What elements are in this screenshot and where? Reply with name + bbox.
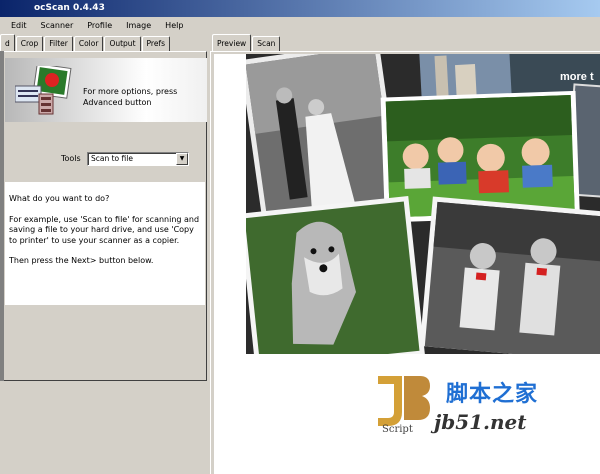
photo-collage: more t <box>246 54 600 354</box>
menu-image[interactable]: Image <box>119 17 158 34</box>
help-example: For example, use 'Scan to file' for scan… <box>9 214 200 245</box>
help-text-box: What do you want to do? For example, use… <box>5 182 205 305</box>
tab-filter[interactable]: Filter <box>44 36 73 52</box>
tab-prefs[interactable]: Prefs <box>141 36 170 52</box>
right-tab-strip: Preview Scan <box>212 34 281 52</box>
menu-bar: Edit Scanner Profile Image Help <box>0 17 600 34</box>
watermark-cn: 脚本之家 <box>446 382 539 407</box>
tab-crop[interactable]: Crop <box>15 36 44 52</box>
chevron-down-icon[interactable]: ▼ <box>176 153 188 165</box>
banner-text: For more options, press Advanced button <box>83 87 178 107</box>
menu-scanner[interactable]: Scanner <box>34 17 81 34</box>
menu-help[interactable]: Help <box>158 17 190 34</box>
watermark-url: jb51.net <box>434 410 527 434</box>
tab-wizard[interactable]: d <box>0 34 15 52</box>
tab-output[interactable]: Output <box>104 36 141 52</box>
wizard-panel: For more options, press Advanced button … <box>0 51 207 381</box>
logo-subtext: Script <box>382 424 413 434</box>
wizard-banner: For more options, press Advanced button <box>5 58 207 122</box>
tool-select[interactable]: Scan to file ▼ <box>87 152 189 166</box>
watermark: Script 脚本之家 jb51.net <box>372 372 600 442</box>
jb-script-logo: Script <box>378 376 430 435</box>
tab-color[interactable]: Color <box>73 36 104 52</box>
tab-preview[interactable]: Preview <box>212 34 252 52</box>
menu-edit[interactable]: Edit <box>4 17 34 34</box>
scanner-photo-icon <box>15 66 72 115</box>
preview-image[interactable]: more t <box>246 54 600 354</box>
menu-profile[interactable]: Profile <box>80 17 119 34</box>
tool-select-value: Scan to file <box>91 154 133 163</box>
tool-label: Tools <box>61 154 81 163</box>
tab-scan[interactable]: Scan <box>252 36 281 52</box>
preview-overlay-text: more t <box>560 71 594 83</box>
help-question: What do you want to do? <box>9 194 110 203</box>
left-tab-strip: d Crop Filter Color Output Prefs <box>0 34 171 52</box>
left-scrollbar[interactable] <box>0 51 4 381</box>
window-title: ocScan 0.4.43 <box>0 0 600 17</box>
help-next: Then press the Next> button below. <box>9 256 154 265</box>
